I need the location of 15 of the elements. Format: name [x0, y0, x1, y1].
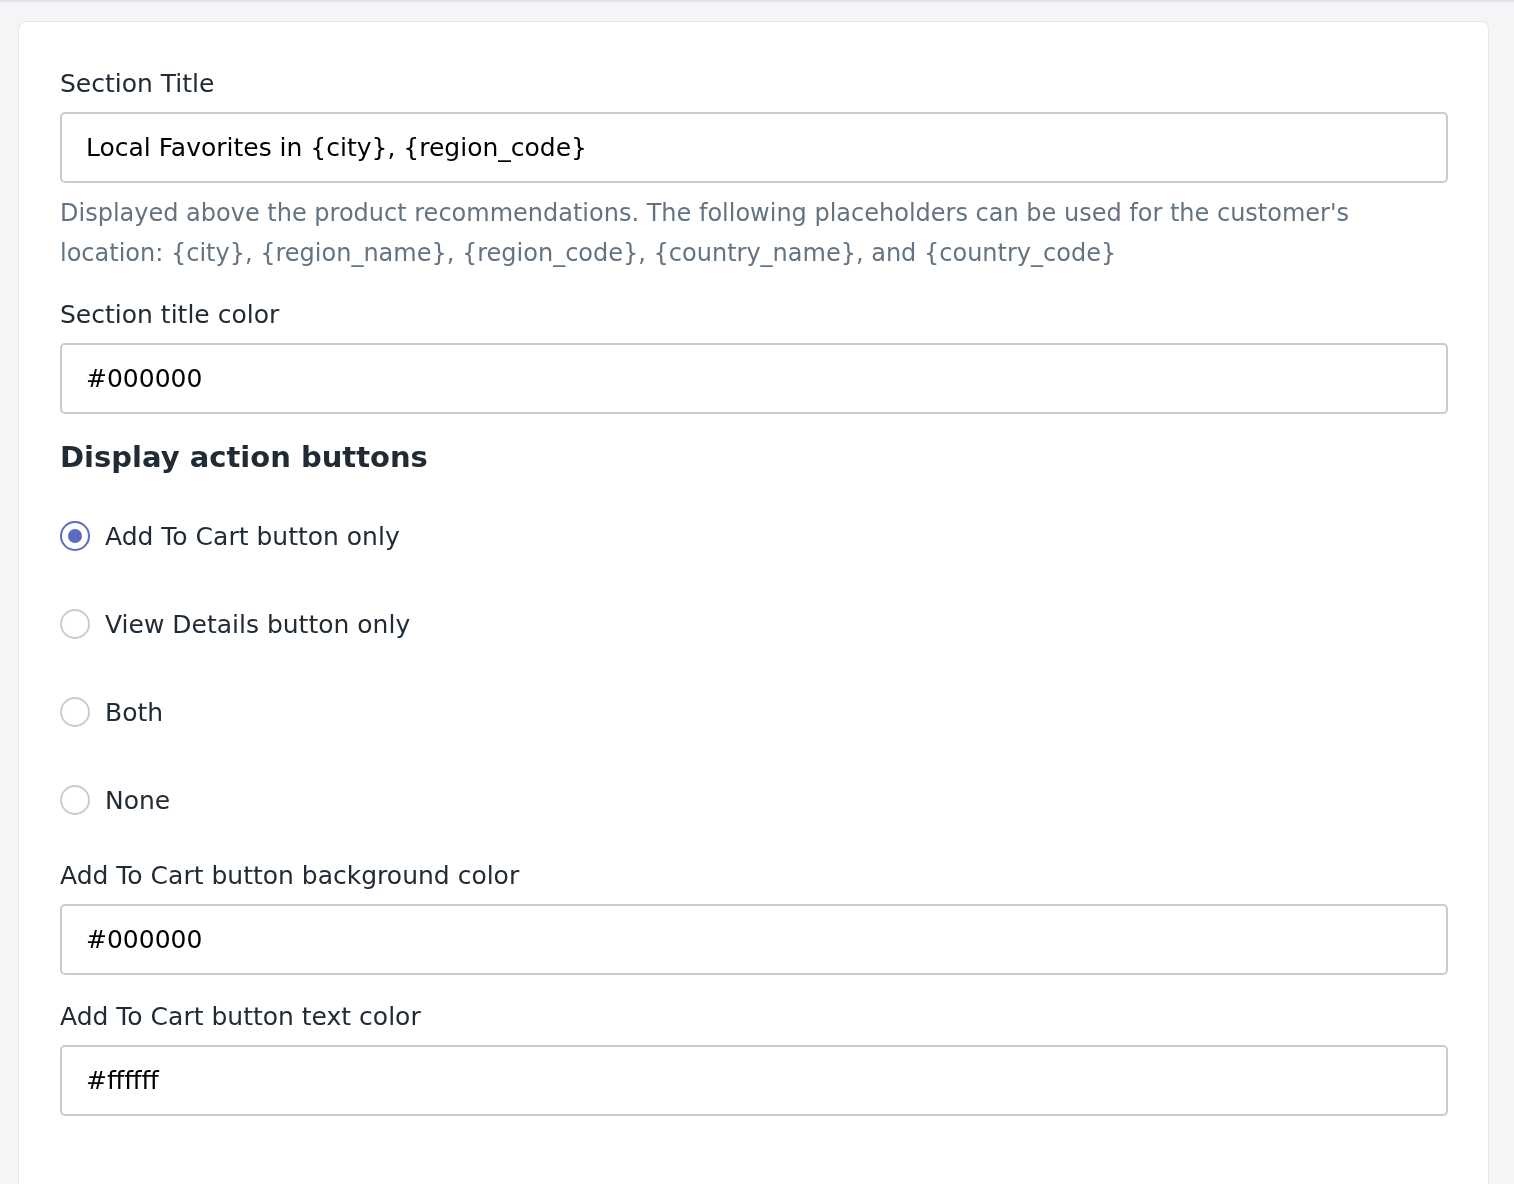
section-heading: Display action buttons	[60, 440, 429, 474]
field-label: Add To Cart button text color	[60, 1001, 422, 1033]
field-label: Section title color	[60, 299, 281, 331]
field-label: Section Title	[60, 68, 216, 100]
radio-label[interactable]: None	[105, 785, 171, 815]
radio-button[interactable]	[60, 521, 90, 551]
help-text: Displayed above the product recommendations. The following placeholders can be used for the customer's location: {city}, {region_name}, {region_code}, {country_name}, and {country_code}	[60, 198, 1351, 269]
field-label: Add To Cart button background color	[60, 860, 521, 892]
input-field[interactable]: Local Favorites in {city}, {region_code}	[60, 112, 1448, 183]
input-field[interactable]: #000000	[60, 904, 1448, 975]
input-field[interactable]: #000000	[60, 343, 1448, 414]
radio-label[interactable]: View Details button only	[105, 609, 411, 639]
radio-label[interactable]: Add To Cart button only	[105, 521, 400, 551]
radio-label[interactable]: Both	[105, 697, 164, 727]
input-field[interactable]: #ffffff	[60, 1045, 1448, 1116]
